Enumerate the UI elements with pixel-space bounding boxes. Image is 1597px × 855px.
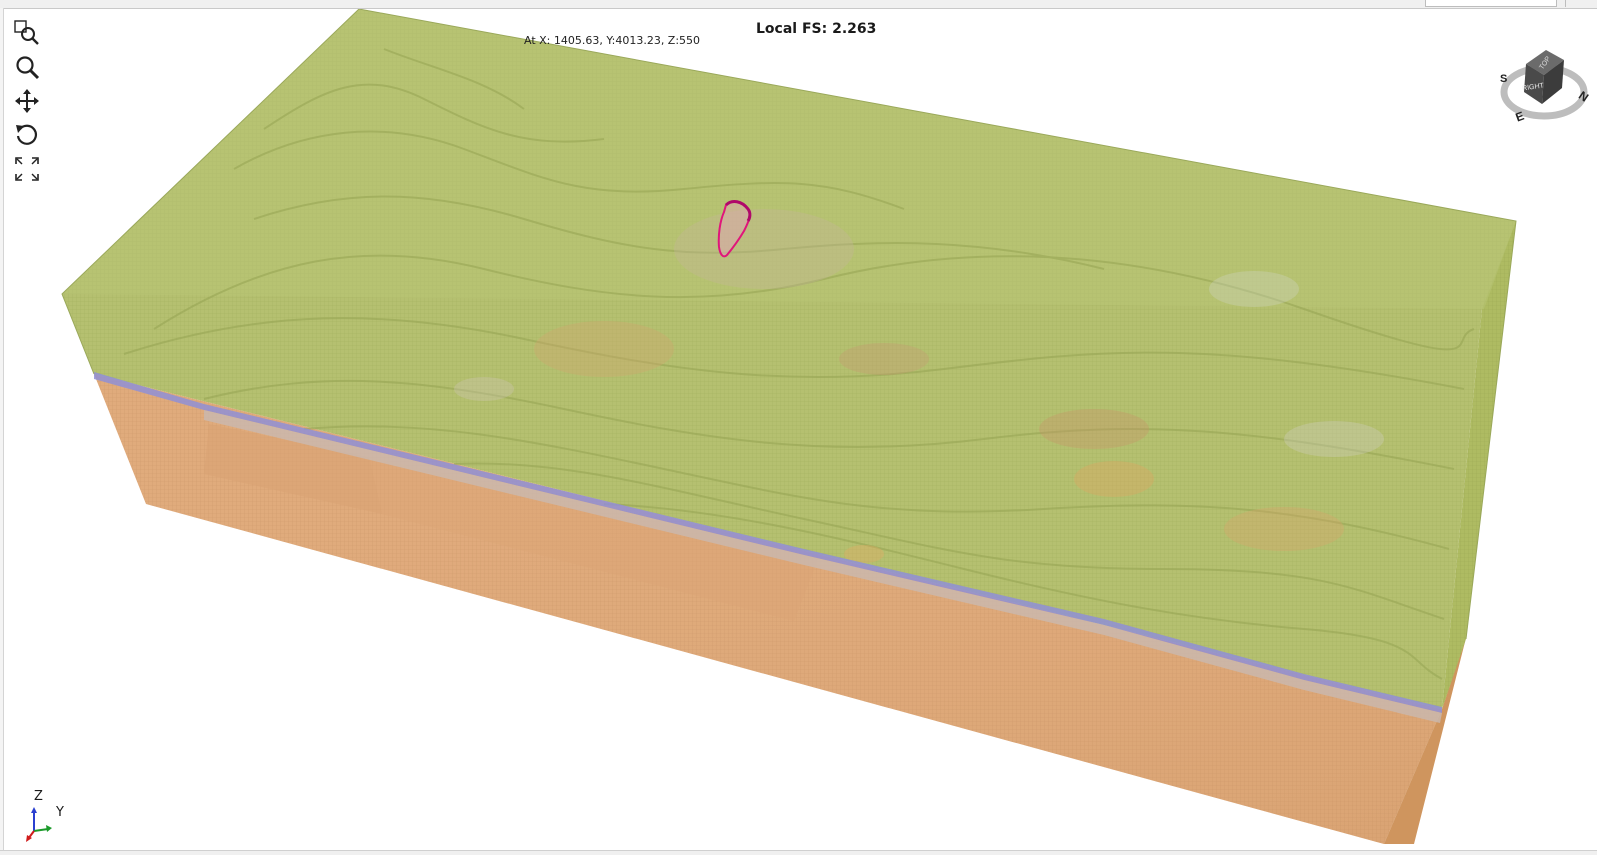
zoom-icon[interactable] [13, 53, 41, 81]
zoom-window-icon[interactable] [13, 19, 41, 47]
top-bar-separator [1565, 0, 1566, 7]
local-fs-value: 2.263 [832, 21, 877, 37]
slope-model-3d[interactable] [4, 9, 1597, 851]
axis-triad: Z Y [24, 789, 84, 849]
local-fs-label: Local FS: [756, 21, 828, 37]
navigation-cube[interactable]: TOP RIGHT S E N [1494, 42, 1594, 132]
cursor-coordinate-readout: At X: 1405.63, Y:4013.23, Z:550 [524, 34, 701, 47]
rotate-icon[interactable] [13, 121, 41, 149]
window-top-bar [0, 0, 1597, 9]
pan-icon[interactable] [13, 87, 41, 115]
top-bar-field[interactable] [1425, 0, 1557, 7]
window-bottom-border [0, 850, 1597, 855]
axis-y-label: Y [56, 805, 64, 820]
zoom-extents-icon[interactable] [13, 155, 41, 183]
axis-z-label: Z [34, 789, 43, 804]
compass-south-label: S [1500, 73, 1507, 85]
axis-triad-icon [26, 807, 52, 842]
3d-viewport[interactable]: At X: 1405.63, Y:4013.23, Z:550 Local FS… [4, 9, 1597, 851]
local-fs-title: Local FS: 2.263 [756, 21, 876, 37]
